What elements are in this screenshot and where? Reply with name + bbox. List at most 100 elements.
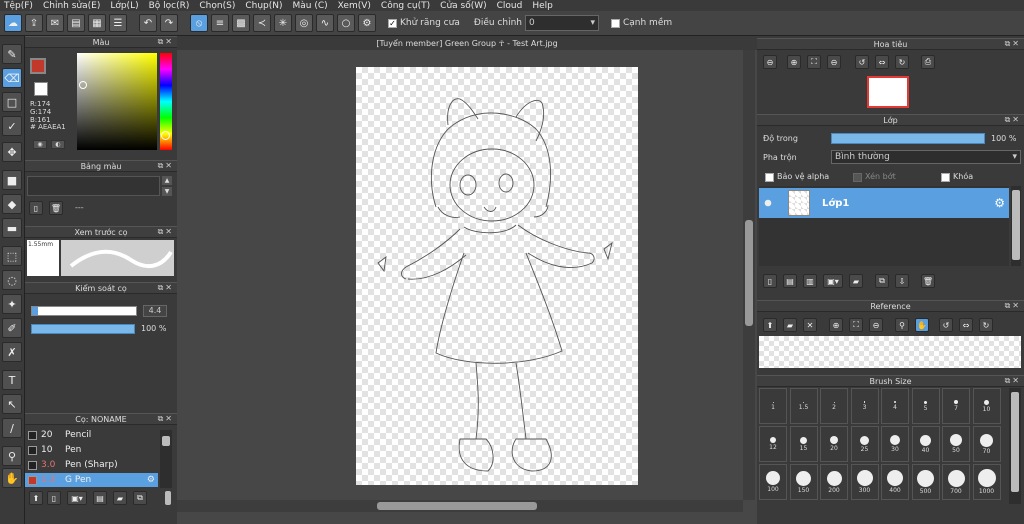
- snap-off-icon[interactable]: ⦸: [190, 14, 208, 32]
- snap-perspective-icon[interactable]: ≺: [253, 14, 271, 32]
- add-layer-menu-icon[interactable]: ▣▾: [823, 274, 843, 288]
- canvas-tab[interactable]: [Tuyển member] Green Group ☥ - Test Art.…: [177, 36, 757, 50]
- eyedropper-icon[interactable]: ⚲: [2, 446, 22, 466]
- panel-controls-icon[interactable]: ⧉✕: [1005, 39, 1021, 49]
- brush-size-value[interactable]: 4.4: [143, 305, 167, 317]
- zoom-in-icon[interactable]: ⊕: [829, 318, 843, 332]
- brush-size-cell[interactable]: 300: [850, 464, 879, 500]
- reference-open-icon[interactable]: ▰: [783, 318, 797, 332]
- snap-grid-icon[interactable]: ▩: [232, 14, 250, 32]
- brush-size-cell[interactable]: 12: [759, 426, 787, 462]
- reference-canvas[interactable]: [759, 336, 1021, 368]
- rotate-left-icon[interactable]: ↺: [855, 55, 869, 69]
- snap-curve-icon[interactable]: ∿: [316, 14, 334, 32]
- brush-size-cell[interactable]: 2: [820, 388, 848, 424]
- snap-settings-icon[interactable]: ⚙: [358, 14, 376, 32]
- brush-opacity-slider[interactable]: [31, 324, 135, 334]
- panel-controls-icon[interactable]: ⧉✕: [1005, 115, 1021, 125]
- snap-ellipse-icon[interactable]: ○: [337, 14, 355, 32]
- main-color-swatch[interactable]: [30, 58, 46, 74]
- lock-checkbox[interactable]: [941, 173, 950, 182]
- rotate-right-icon[interactable]: ↻: [895, 55, 909, 69]
- panel-controls-icon[interactable]: ⧉✕: [158, 283, 174, 293]
- new-brush-icon[interactable]: ▯: [47, 491, 61, 505]
- brush-size-cell[interactable]: 4: [881, 388, 909, 424]
- brush-hscroll[interactable]: [165, 491, 171, 505]
- select-tool-icon[interactable]: ⬚: [2, 246, 22, 266]
- magic-wand-icon[interactable]: ✦: [2, 294, 22, 314]
- fit-screen-icon[interactable]: ⛶: [807, 55, 821, 69]
- menu-help[interactable]: Help: [532, 1, 553, 11]
- lasso-tool-icon[interactable]: ◌: [2, 270, 22, 290]
- snap-radial-icon[interactable]: ✳: [274, 14, 292, 32]
- cloud-icon[interactable]: ☁: [4, 14, 22, 32]
- panel-controls-icon[interactable]: ⧉✕: [1005, 376, 1021, 386]
- delete-layer-icon[interactable]: 🗑: [921, 274, 935, 288]
- snap-parallel-icon[interactable]: ≡: [211, 14, 229, 32]
- brush-item-pen[interactable]: 10 Pen: [25, 443, 158, 457]
- brush-size-scrollbar[interactable]: [1009, 388, 1021, 504]
- color-tool-button-2[interactable]: ◐: [51, 140, 65, 149]
- color-sv-square[interactable]: [77, 53, 157, 150]
- pen-tool-icon[interactable]: ✎: [2, 44, 22, 64]
- snap-circle-icon[interactable]: ◎: [295, 14, 313, 32]
- brush-folder-icon[interactable]: ▰: [113, 491, 127, 505]
- brush-size-slider[interactable]: [31, 306, 137, 316]
- fill-tool-icon[interactable]: ◆: [2, 194, 22, 214]
- gradient-tool-icon[interactable]: ▬: [2, 218, 22, 238]
- undo-icon[interactable]: ↶: [139, 14, 157, 32]
- select-pen-icon[interactable]: ✐: [2, 318, 22, 338]
- reference-close-icon[interactable]: ✕: [803, 318, 817, 332]
- brush-upload-icon[interactable]: ⬆: [29, 491, 43, 505]
- list-icon[interactable]: ☰: [109, 14, 127, 32]
- adjust-select[interactable]: 0 ▾: [524, 15, 599, 31]
- layer-opacity-slider[interactable]: [831, 133, 985, 144]
- brush-tool-icon[interactable]: ✓: [2, 116, 22, 136]
- brush-size-cell[interactable]: 3: [850, 388, 879, 424]
- brush-size-cell[interactable]: 25: [850, 426, 879, 462]
- menu-layer[interactable]: Lớp(L): [110, 1, 138, 11]
- flip-icon[interactable]: ⇔: [959, 318, 973, 332]
- brush-size-cell[interactable]: 70: [972, 426, 1001, 462]
- navigator-thumbnail[interactable]: [867, 76, 909, 108]
- panel-controls-icon[interactable]: ⧉✕: [158, 37, 174, 47]
- menu-file[interactable]: Tệp(F): [4, 1, 33, 11]
- brush-size-cell[interactable]: 30: [881, 426, 909, 462]
- delete-palette-icon[interactable]: 🗑: [49, 201, 63, 215]
- menu-edit[interactable]: Chỉnh sửa(E): [43, 1, 100, 11]
- menu-tools[interactable]: Công cụ(T): [381, 1, 430, 11]
- eraser-tool-icon[interactable]: ⌫: [2, 68, 22, 88]
- gear-icon[interactable]: ⚙: [994, 196, 1005, 210]
- brush-size-cell[interactable]: 50: [942, 426, 970, 462]
- layer-list-scrollbar[interactable]: [1011, 186, 1021, 266]
- brush-item-g-pen[interactable]: 1.3 G Pen ⚙: [25, 473, 158, 487]
- brush-size-cell[interactable]: 40: [911, 426, 940, 462]
- eyedropper-icon[interactable]: ⚲: [895, 318, 909, 332]
- menu-capture[interactable]: Chụp(N): [245, 1, 282, 11]
- rect-select-icon[interactable]: □: [2, 92, 22, 112]
- blend-mode-select[interactable]: Bình thường ▾: [831, 150, 1021, 164]
- grid-icon[interactable]: ▦: [88, 14, 106, 32]
- shape-tool-icon[interactable]: ■: [2, 170, 22, 190]
- brush-size-cell[interactable]: 1: [759, 388, 787, 424]
- brush-list-scrollbar[interactable]: [160, 430, 172, 488]
- hue-slider-marker[interactable]: [161, 131, 170, 140]
- brush-settings-icon[interactable]: ▤: [93, 491, 107, 505]
- fit-screen-icon[interactable]: ⛶: [849, 318, 863, 332]
- panel-controls-icon[interactable]: ⧉✕: [1005, 301, 1021, 311]
- export-icon[interactable]: ⇪: [25, 14, 43, 32]
- new-layer-icon[interactable]: ▯: [763, 274, 777, 288]
- brush-size-cell[interactable]: 200: [820, 464, 848, 500]
- protect-alpha-checkbox[interactable]: [765, 173, 774, 182]
- menu-filter[interactable]: Bộ lọc(R): [149, 1, 190, 11]
- color-tool-button[interactable]: ◉: [33, 140, 47, 149]
- brush-size-cell[interactable]: 15: [789, 426, 818, 462]
- panel-icon[interactable]: ▤: [67, 14, 85, 32]
- brush-item-pencil[interactable]: 20 Pencil: [25, 428, 158, 442]
- new-layer-1bit-icon[interactable]: ▥: [803, 274, 817, 288]
- brush-size-cell[interactable]: 400: [881, 464, 909, 500]
- menu-view[interactable]: Xem(V): [338, 1, 371, 11]
- move-tool-icon[interactable]: ✥: [2, 142, 22, 162]
- palette-scroll-up-icon[interactable]: ▲: [162, 176, 172, 185]
- hand-tool-icon[interactable]: ✋: [2, 468, 22, 488]
